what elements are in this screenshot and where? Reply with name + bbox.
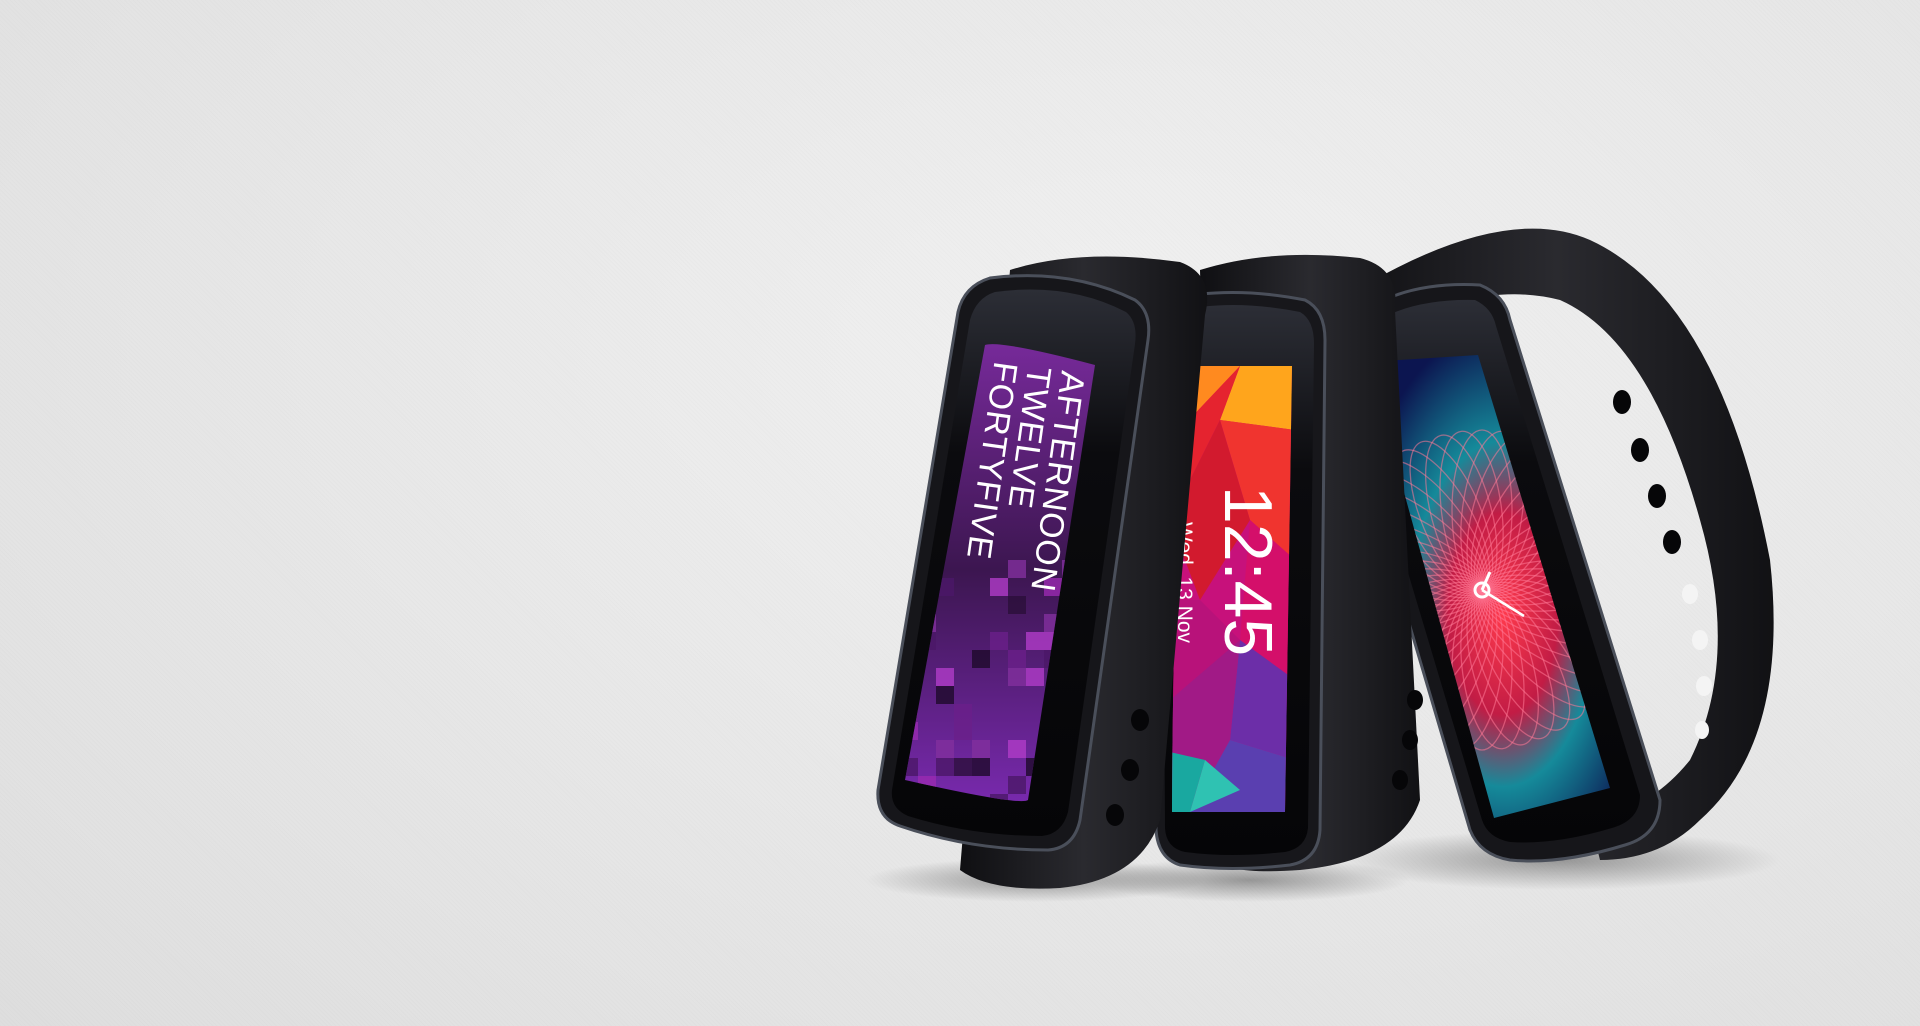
product-hero-scene: 12:45 Wed, 13 Nov AFTERNOON TWELVE FORTY…	[0, 0, 1920, 1026]
pixel-tile	[1008, 596, 1026, 614]
pixel-tile	[1008, 776, 1026, 794]
pixel-tile	[990, 578, 1008, 596]
pixel-tile	[1008, 740, 1026, 758]
pixel-tile	[972, 740, 990, 758]
pixel-tile	[1008, 650, 1026, 668]
time-display: 12:45	[1210, 486, 1286, 656]
pixel-tile	[954, 704, 972, 722]
left-band: AFTERNOON TWELVE FORTYFIVE	[876, 256, 1208, 889]
pixel-tile	[972, 758, 990, 776]
pixel-tile	[972, 650, 990, 668]
pixel-tile	[936, 668, 954, 686]
pixel-tile	[954, 722, 972, 740]
pixel-tile	[936, 758, 954, 776]
pixel-tile	[954, 758, 972, 776]
pixel-tile	[936, 686, 954, 704]
fitness-bands-illustration: 12:45 Wed, 13 Nov AFTERNOON TWELVE FORTY…	[865, 228, 1780, 902]
pixel-tile	[1008, 668, 1026, 686]
pixel-tile	[1008, 560, 1026, 578]
pixel-tile	[990, 632, 1008, 650]
pixel-tile	[1026, 632, 1044, 650]
pixel-tile	[1026, 668, 1044, 686]
pixel-tile	[936, 740, 954, 758]
